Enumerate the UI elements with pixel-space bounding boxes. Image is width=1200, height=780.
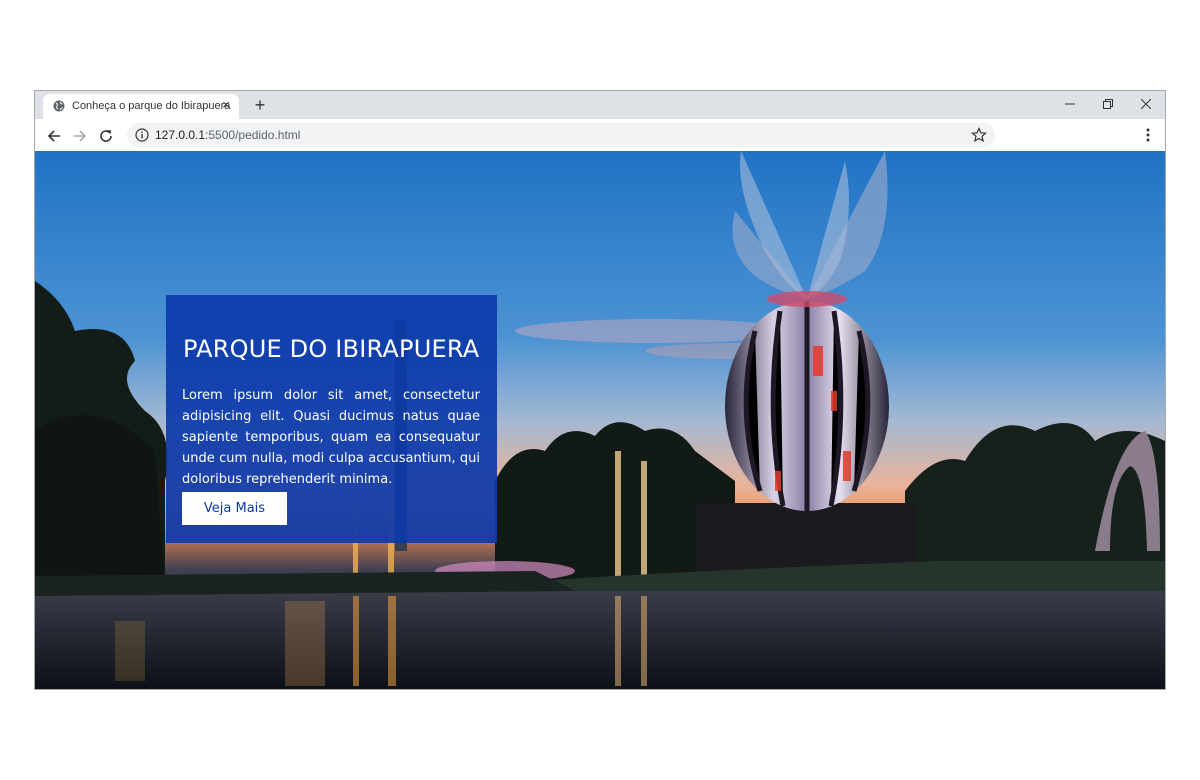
kebab-menu-icon xyxy=(1146,128,1150,142)
browser-menu-button[interactable] xyxy=(1139,126,1157,144)
forward-arrow-icon xyxy=(74,130,87,142)
forward-button[interactable] xyxy=(70,126,90,146)
info-icon[interactable] xyxy=(135,128,149,142)
bookmark-star-icon[interactable] xyxy=(971,127,987,143)
back-arrow-icon xyxy=(47,130,60,142)
address-bar[interactable]: 127.0.0.1:5500/pedido.html xyxy=(127,123,995,147)
restore-icon xyxy=(1103,99,1113,109)
browser-window: Conheça o parque do Ibirapuera × + 127.0… xyxy=(34,90,1166,690)
tab-active[interactable]: Conheça o parque do Ibirapuera × xyxy=(43,94,239,119)
globe-icon xyxy=(53,100,65,112)
close-window-button[interactable] xyxy=(1127,91,1165,117)
tab-title: Conheça o parque do Ibirapuera xyxy=(72,100,231,112)
url-text: 127.0.0.1:5500/pedido.html xyxy=(155,128,300,142)
browser-toolbar: 127.0.0.1:5500/pedido.html xyxy=(35,119,1165,152)
close-tab-icon[interactable]: × xyxy=(219,98,233,112)
hero-title: PARQUE DO IBIRAPUERA xyxy=(183,335,480,363)
page-viewport: PARQUE DO IBIRAPUERA Lorem ipsum dolor s… xyxy=(35,151,1165,689)
new-tab-button[interactable]: + xyxy=(251,96,269,114)
minimize-icon xyxy=(1065,103,1075,105)
veja-mais-button[interactable]: Veja Mais xyxy=(182,492,287,525)
url-host: 127.0.0.1 xyxy=(155,128,206,142)
hero-description: Lorem ipsum dolor sit amet, consectetur … xyxy=(182,388,480,487)
reload-icon xyxy=(100,130,112,142)
minimize-button[interactable] xyxy=(1051,91,1089,117)
close-icon xyxy=(1141,99,1151,109)
back-button[interactable] xyxy=(44,126,64,146)
url-path: :5500/pedido.html xyxy=(205,128,301,142)
reload-button[interactable] xyxy=(96,126,116,146)
tab-bar: Conheça o parque do Ibirapuera × + xyxy=(35,91,1165,119)
hero-card: PARQUE DO IBIRAPUERA Lorem ipsum dolor s… xyxy=(166,295,497,543)
restore-button[interactable] xyxy=(1089,91,1127,117)
